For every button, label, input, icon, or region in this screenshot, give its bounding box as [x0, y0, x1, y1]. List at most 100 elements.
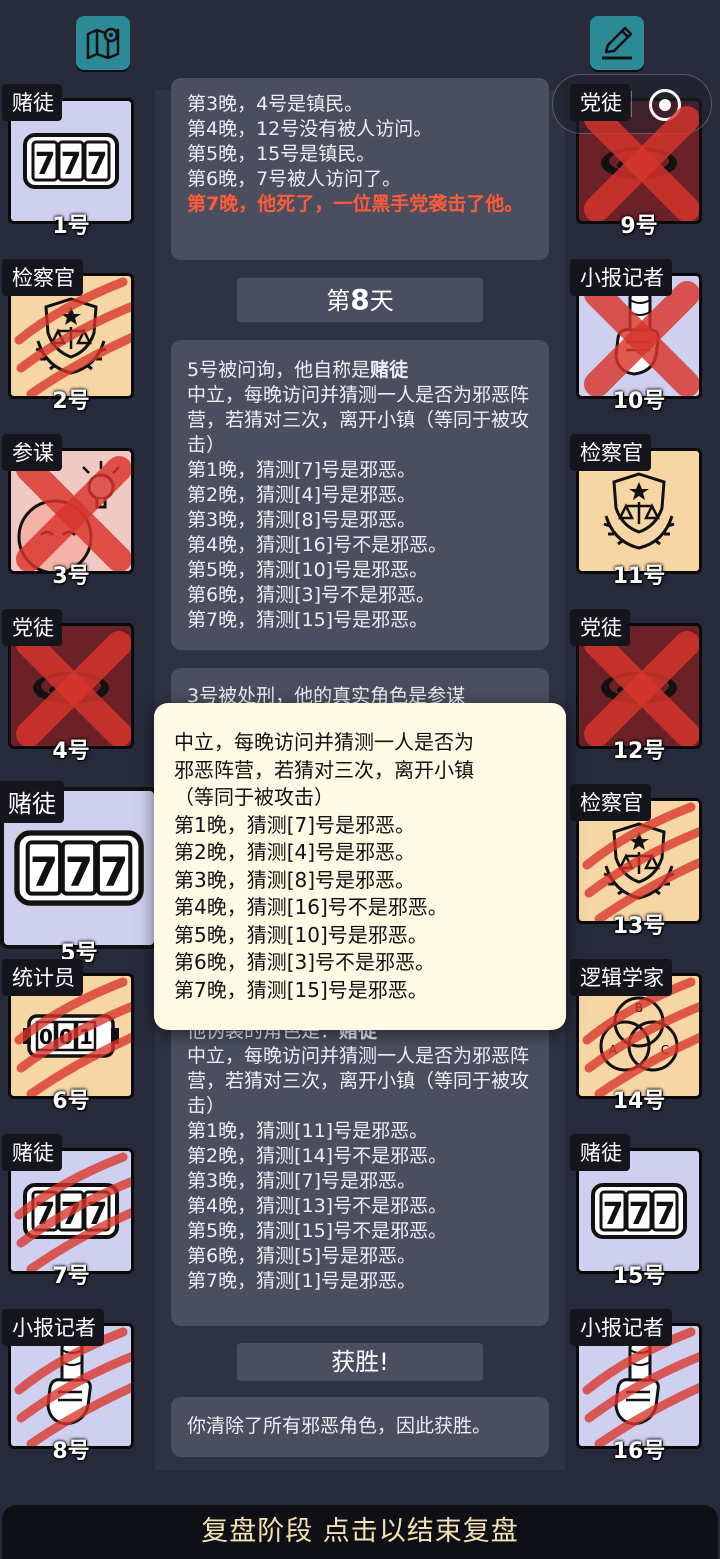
tooltip-line: 第6晚，猜测[3]号不是邪恶。	[174, 950, 436, 974]
svg-text:7: 7	[30, 848, 58, 896]
slot-machine-icon: 7 7 7	[23, 133, 119, 189]
day-number: 8	[350, 283, 370, 316]
svg-text:7: 7	[65, 848, 93, 896]
interrogation-intro: 5号被问询，他自称是	[187, 359, 371, 381]
night-guess: 第5晚，猜测[15]号不是邪恶。	[187, 1220, 448, 1242]
svg-text:7: 7	[61, 147, 82, 182]
player-number: 2号	[52, 389, 90, 414]
player-card-6号[interactable]: 0 0 1 统计员 6号	[2, 959, 140, 1114]
log-line: 第3晚，4号是镇民。	[187, 93, 364, 115]
victory-header: 获胜!	[237, 1343, 483, 1381]
role-description: 中立，每晚访问并猜测一人是否为邪恶阵营，若猜对三次，离开小镇（等同于被攻击）	[187, 384, 530, 456]
player-number: 6号	[52, 1089, 90, 1114]
player-number: 16号	[612, 1439, 666, 1464]
tooltip-line: （等同于被攻击）	[174, 785, 334, 809]
player-card-15号[interactable]: 7 7 7 赌徒 15号	[570, 1134, 708, 1289]
victory-text: 你清除了所有邪恶角色，因此获胜。	[187, 1415, 492, 1437]
player-card-7号[interactable]: 7 7 7 赌徒 7号	[2, 1134, 140, 1289]
day-prefix: 第	[326, 287, 351, 315]
night-guess: 第4晚，猜测[16]号不是邪恶。	[187, 534, 448, 556]
player-card-2号[interactable]: 检察官 2号	[2, 259, 140, 414]
player-number: 11号	[612, 564, 666, 589]
pen-icon	[602, 26, 633, 60]
player-number: 8号	[52, 1439, 90, 1464]
log-line: 第6晚，7号被人访问了。	[187, 168, 402, 190]
role-label: 小报记者	[570, 259, 672, 296]
player-number: 12号	[612, 739, 666, 764]
notes-button[interactable]	[590, 16, 644, 70]
night-guess: 第5晚，猜测[10]号是邪恶。	[187, 559, 429, 581]
role-label: 小报记者	[2, 1309, 104, 1346]
night-guess: 第2晚，猜测[4]号是邪恶。	[187, 484, 417, 506]
role-label: 统计员	[2, 959, 83, 996]
tooltip-line: 第3晚，猜测[8]号是邪恶。	[174, 867, 416, 892]
death-notice: 第7晚，他死了，一位黑手党袭击了他。	[187, 193, 524, 215]
slot-machine-icon: 7 7 7	[14, 830, 144, 906]
player-card-11号[interactable]: 检察官 11号	[570, 434, 708, 589]
night-guess: 第7晚，猜测[15]号是邪恶。	[187, 609, 429, 631]
player-number: 9号	[620, 214, 658, 239]
night-guess: 第6晚，猜测[5]号是邪恶。	[187, 1245, 417, 1267]
night-guess: 第3晚，猜测[7]号是邪恶。	[187, 1170, 417, 1192]
player-card-13号[interactable]: 检察官 13号	[570, 784, 708, 939]
player-number: 14号	[612, 1089, 666, 1114]
tooltip-line: 第5晚，猜测[10]号是邪恶。	[174, 922, 428, 947]
player-card-1号[interactable]: 7 7 7 赌徒 1号	[2, 84, 140, 239]
night-guess: 第6晚，猜测[3]号不是邪恶。	[187, 584, 436, 606]
player-card-10号[interactable]: 小报记者 10号	[570, 259, 708, 414]
interrogation-title: 5号被问询，他自称是赌徒	[187, 358, 535, 383]
role-label: 检察官	[570, 434, 651, 471]
tooltip-line: 第7晚，猜测[15]号是邪恶。	[174, 977, 428, 1002]
tooltip-line: 第2晚，猜测[4]号是邪恶。	[174, 840, 416, 864]
night-guess: 第3晚，猜测[8]号是邪恶。	[187, 509, 417, 531]
slot-machine-icon: 7 7 7	[591, 1183, 687, 1239]
svg-text:7: 7	[87, 147, 108, 182]
player-number: 3号	[52, 564, 90, 589]
map-button[interactable]	[76, 16, 130, 70]
player-card-9号[interactable]: 党徒 9号	[570, 84, 708, 239]
end-review-button[interactable]: 复盘阶段 点击以结束复盘	[2, 1505, 718, 1559]
svg-text:7: 7	[629, 1197, 650, 1232]
role-label: 参谋	[2, 434, 62, 471]
day-header: 第8天	[237, 278, 483, 322]
role-label: 检察官	[570, 784, 651, 821]
tooltip-line: 中立，每晚访问并猜测一人是否为	[174, 730, 474, 754]
player-card-12号[interactable]: 党徒 12号	[570, 609, 708, 764]
player-card-8号[interactable]: 小报记者 8号	[2, 1309, 140, 1464]
player-number: 4号	[52, 739, 90, 764]
role-label: 赌徒	[2, 1134, 62, 1171]
role-label: 党徒	[570, 609, 630, 646]
night-guess: 第4晚，猜测[13]号不是邪恶。	[187, 1195, 448, 1217]
player-card-5号[interactable]: 7 7 7 赌徒 5号	[0, 781, 158, 966]
map-icon	[86, 27, 120, 60]
player-number: 13号	[612, 914, 666, 939]
role-tooltip[interactable]: 中立，每晚访问并猜测一人是否为 邪恶阵营，若猜对三次，离开小镇 （等同于被攻击）…	[154, 703, 566, 1030]
role-label: 赌徒	[2, 84, 62, 121]
log-line: 第4晚，12号没有被人访问。	[187, 118, 433, 140]
role-description: 中立，每晚访问并猜测一人是否为邪恶阵营，若猜对三次，离开小镇（等同于被攻击）	[187, 1045, 530, 1117]
tooltip-line: 邪恶阵营，若猜对三次，离开小镇	[174, 757, 474, 782]
night-guess: 第1晚，猜测[11]号是邪恶。	[187, 1120, 429, 1142]
role-label: 党徒	[2, 609, 62, 646]
justice-emblem-icon	[603, 472, 675, 550]
log-message-interrogation: 5号被问询，他自称是赌徒 中立，每晚访问并猜测一人是否为邪恶阵营，若猜对三次，离…	[171, 340, 549, 650]
log-line: 第5晚，15号是镇民。	[187, 143, 376, 165]
role-label: 小报记者	[570, 1309, 672, 1346]
log-message-night-results: 第3晚，4号是镇民。 第4晚，12号没有被人访问。 第5晚，15号是镇民。 第6…	[171, 78, 549, 260]
role-label: 检察官	[2, 259, 83, 296]
player-card-4号[interactable]: 党徒 4号	[2, 609, 140, 764]
svg-text:7: 7	[35, 147, 56, 182]
claimed-role: 赌徒	[370, 359, 409, 381]
player-card-3号[interactable]: 参谋 3号	[2, 434, 140, 589]
player-number: 10号	[612, 389, 666, 414]
player-card-16号[interactable]: 小报记者 16号	[570, 1309, 708, 1464]
role-label: 赌徒	[570, 1134, 630, 1171]
svg-text:7: 7	[603, 1197, 624, 1232]
player-number: 7号	[52, 1264, 90, 1289]
player-number: 15号	[612, 1264, 666, 1289]
day-suffix: 天	[369, 287, 394, 315]
player-card-14号[interactable]: B A C 逻辑学家 14号	[570, 959, 708, 1114]
player-number: 1号	[52, 214, 90, 239]
night-guess: 第2晚，猜测[14]号不是邪恶。	[187, 1145, 448, 1167]
night-guess: 第7晚，猜测[1]号是邪恶。	[187, 1270, 417, 1292]
